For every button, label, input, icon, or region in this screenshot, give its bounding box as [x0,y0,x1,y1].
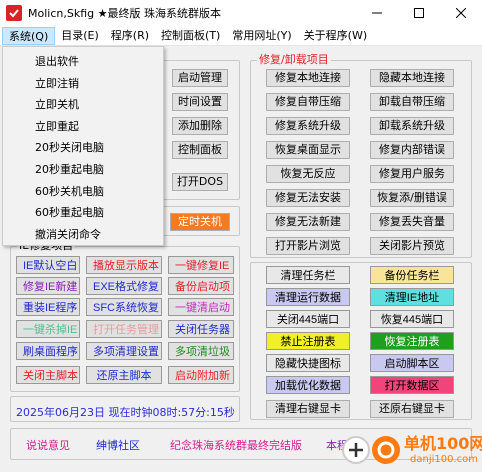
menu-shutdown[interactable]: 立即关机 [3,94,163,116]
uninstall-system-upgrade-button[interactable]: 卸载系统升级 [370,117,454,135]
start-script-area-button[interactable]: 启动脚本区 [370,354,454,372]
disable-registry-button[interactable]: 禁止注册表 [266,332,350,350]
close-port-445-button[interactable]: 关闭445端口 [266,310,350,328]
reinstall-ie-button[interactable]: 重装IE程序 [16,298,80,316]
menu-control-panel[interactable]: 控制面板(T) [155,27,226,45]
watermark-logo-icon [372,436,400,464]
restore-main-script-button[interactable]: 还原主脚本 [86,366,162,384]
open-task-manager-button[interactable]: 打开任务管理 [86,320,162,338]
system-menu-dropdown: 退出软件 立即注销 立即关机 立即重起 20秒关闭电脑 20秒重起电脑 60秒关… [2,46,164,246]
open-dos-button[interactable]: 打开DOS [172,173,228,191]
datetime-display: 2025年06月23日 现在时钟08时:57分:15秒 [16,406,235,419]
backup-startup-button[interactable]: 备份启动项 [168,277,234,295]
menu-common-urls[interactable]: 常用网址(Y) [226,27,297,45]
restore-desktop-display-button[interactable]: 恢复桌面显示 [266,141,350,159]
window-title: Molicn,Skfig ★最终版 珠海系统群版本 [28,7,221,20]
restore-port-445-button[interactable]: 恢复445端口 [370,310,454,328]
start-addon-button[interactable]: 启动附加新 [168,366,234,384]
app-icon [6,5,22,21]
menu-logoff[interactable]: 立即注销 [3,73,163,95]
backup-taskbar-button[interactable]: 备份任务栏 [370,266,454,284]
maximize-button[interactable] [398,0,440,26]
clean-run-data-button[interactable]: 清理运行数据 [266,288,350,306]
close-task-manager-button[interactable]: 关闭任务器 [168,320,234,338]
open-video-browse-button[interactable]: 打开影片浏览 [266,237,350,255]
control-panel-button[interactable]: 控制面板 [172,141,228,159]
multi-clean-settings-button[interactable]: 多项清理设置 [86,342,162,360]
menu-program[interactable]: 程序(R) [105,27,155,45]
menu-restart-20s[interactable]: 20秒重起电脑 [3,159,163,181]
watermark-url: danji100.com [410,454,478,465]
play-version-button[interactable]: 播放显示版本 [86,256,162,274]
repair-ie-new-button[interactable]: 修复IE新建 [16,277,80,295]
repair-system-upgrade-button[interactable]: 修复系统升级 [266,117,350,135]
menu-bar: 系统(Q) 目录(E) 程序(R) 控制面板(T) 常用网址(Y) 关于程序(W… [0,26,482,46]
startup-manager-button[interactable]: 启动管理 [172,69,228,87]
load-optimize-data-button[interactable]: 加载优化数据 [266,376,350,394]
repair-local-connection-button[interactable]: 修复本地连接 [266,69,350,87]
title-bar: Molicn,Skfig ★最终版 珠海系统群版本 [0,0,482,26]
ie-default-blank-button[interactable]: IE默认空白 [16,256,80,274]
open-data-area-button[interactable]: 打开数据区 [370,376,454,394]
menu-cancel-shutdown[interactable]: 撤消关闭命令 [3,224,163,246]
repair-internal-error-button[interactable]: 修复内部错误 [370,141,454,159]
add-delete-button[interactable]: 添加删除 [172,117,228,135]
scheduled-shutdown-button[interactable]: 定时关机 [170,213,230,231]
close-main-script-button[interactable]: 关闭主脚本 [16,366,80,384]
menu-restart[interactable]: 立即重起 [3,116,163,138]
sfc-restore-button[interactable]: SFC系统恢复 [86,298,162,316]
oneclick-repair-ie-button[interactable]: 一键修复IE [168,256,234,274]
refresh-desktop-button[interactable]: 刷桌面程序 [16,342,80,360]
restore-registry-button[interactable]: 恢复注册表 [370,332,454,350]
oneclick-clean-startup-button[interactable]: 一键清启动 [168,298,234,316]
menu-shutdown-20s[interactable]: 20秒关闭电脑 [3,137,163,159]
commemorate-text: 纪念珠海系统群最终完结版 [170,439,302,452]
hide-local-connection-button[interactable]: 隐藏本地连接 [370,69,454,87]
feedback-link[interactable]: 说说意见 [26,437,70,453]
exe-format-repair-button[interactable]: EXE格式修复 [86,277,162,295]
menu-system[interactable]: 系统(Q) [2,26,56,45]
menu-exit-software[interactable]: 退出软件 [3,51,163,73]
watermark-plus-icon [342,436,370,464]
hide-shortcut-icons-button[interactable]: 隐藏快捷图标 [266,354,350,372]
menu-shutdown-60s[interactable]: 60秒关机电脑 [3,181,163,203]
repair-cannot-install-button[interactable]: 修复无法安装 [266,189,350,207]
close-icon [456,8,466,18]
restore-context-menu-gpu-button[interactable]: 还原右键显卡 [370,400,454,418]
close-button[interactable] [440,0,482,26]
watermark-brand: 单机100网 [404,434,482,453]
kill-ie-button[interactable]: 一键杀掉IE [16,320,80,338]
menu-restart-60s[interactable]: 60秒重起电脑 [3,202,163,224]
menu-directory[interactable]: 目录(E) [55,27,105,45]
repair-user-service-button[interactable]: 修复用户服务 [370,165,454,183]
repair-panel-legend: 修复/卸载项目 [257,53,331,66]
restore-no-response-button[interactable]: 恢复无反应 [266,165,350,183]
community-link[interactable]: 绅博社区 [96,437,140,453]
repair-builtin-zip-button[interactable]: 修复自带压缩 [266,93,350,111]
menu-about[interactable]: 关于程序(W) [298,27,373,45]
restore-add-remove-error-button[interactable]: 恢复添/删错误 [370,189,454,207]
multi-clean-junk-button[interactable]: 多项清垃圾 [168,342,234,360]
minimize-button[interactable] [356,0,398,26]
watermark: 单机100网 danji100.com [314,428,482,472]
repair-lost-volume-button[interactable]: 修复丢失音量 [370,213,454,231]
time-settings-button[interactable]: 时间设置 [172,93,228,111]
clean-taskbar-button[interactable]: 清理任务栏 [266,266,350,284]
close-video-preview-button[interactable]: 关闭影片预览 [370,237,454,255]
clean-context-menu-gpu-button[interactable]: 清理右键显卡 [266,400,350,418]
repair-cannot-create-button[interactable]: 修复无法新建 [266,213,350,231]
uninstall-builtin-zip-button[interactable]: 卸载自带压缩 [370,93,454,111]
clean-ie-address-button[interactable]: 清理IE地址 [370,288,454,306]
